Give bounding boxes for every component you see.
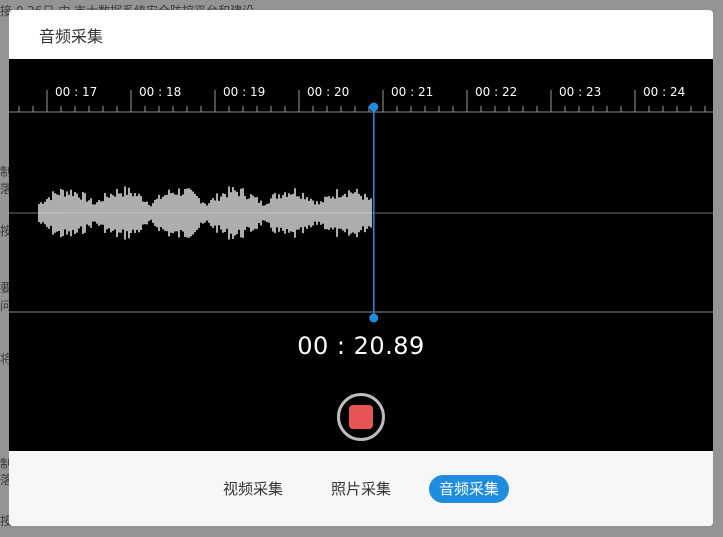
audio-capture-dialog: 音频采集 00 : 17 00 : 18 00 : 19 00 : 20 00 : 21… xyxy=(9,10,713,526)
tab-audio-capture[interactable]: 音频采集 xyxy=(429,474,510,503)
dialog-header: 音频采集 xyxy=(9,10,713,59)
tick-label: 00 : 22 xyxy=(475,85,517,99)
tick-label: 00 : 20 xyxy=(307,85,349,99)
tick-label: 00 : 24 xyxy=(643,85,685,99)
playhead-top-handle xyxy=(369,102,379,112)
timeline-ruler: 00 : 17 00 : 18 00 : 19 00 : 20 00 : 21 00 : … xyxy=(9,85,713,113)
audio-waveform xyxy=(9,186,713,313)
tab-photo-capture[interactable]: 照片采集 xyxy=(321,475,401,503)
stop-icon xyxy=(349,405,373,429)
tick-label: 00 : 21 xyxy=(391,85,433,99)
tick-label: 00 : 17 xyxy=(55,85,97,99)
tick-label: 00 : 23 xyxy=(559,85,601,99)
stop-record-button[interactable] xyxy=(337,393,385,441)
tick-label: 00 : 19 xyxy=(223,85,265,99)
tick-label: 00 : 18 xyxy=(139,85,181,99)
dialog-title: 音频采集 xyxy=(39,26,104,46)
capture-mode-tabs: 视频采集 照片采集 音频采集 xyxy=(9,451,713,526)
audio-stage: 00 : 17 00 : 18 00 : 19 00 : 20 00 : 21 00 : … xyxy=(9,59,713,451)
playhead-bottom-handle xyxy=(369,313,379,323)
elapsed-time: 00 : 20.89 xyxy=(297,332,425,360)
tab-video-capture[interactable]: 视频采集 xyxy=(213,475,293,503)
